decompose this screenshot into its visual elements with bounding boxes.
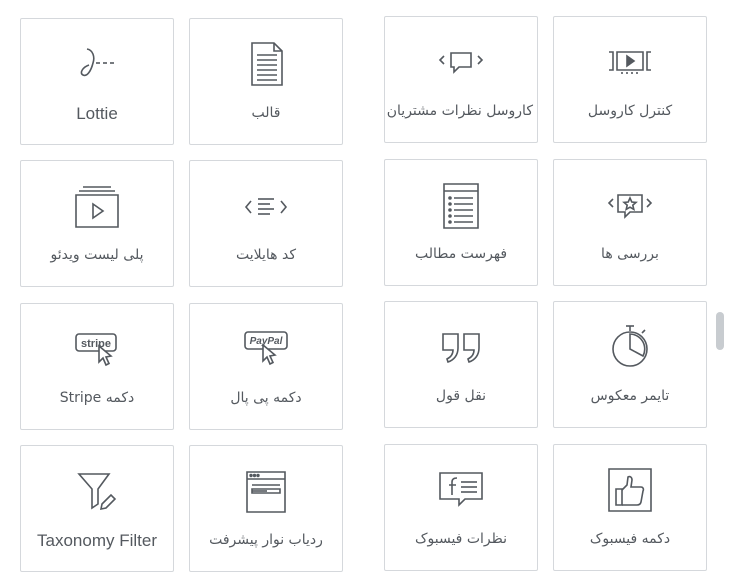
widget-label: Lottie [76,104,118,123]
blockquote-icon [437,324,485,372]
stripe-button-icon: stripe [73,326,121,374]
table-of-contents-icon [437,182,485,230]
media-carousel-icon [606,39,654,87]
widget-label: کاروسل نظرات مشتریان [386,103,533,119]
widget-label: تایمر معکوس [590,388,670,404]
progress-tracker-icon [242,468,290,516]
taxonomy-filter-icon [73,468,121,516]
video-playlist-icon [73,183,121,231]
widget-stripe-button[interactable]: stripe دکمه Stripe [20,303,174,430]
countdown-timer-icon [606,324,654,372]
widget-code-highlight[interactable]: کد هایلایت [189,160,343,287]
facebook-button-icon [606,467,654,515]
widget-facebook-comments[interactable]: نظرات فیسبوک [384,444,538,571]
widget-label: کد هایلایت [235,247,296,263]
widget-countdown[interactable]: تایمر معکوس [553,301,707,428]
widget-label: ردیاب نوار پیشرفت [209,532,323,548]
widget-video-playlist[interactable]: پلی لیست ویدئو [20,160,174,287]
facebook-comments-icon [437,467,485,515]
widget-label: فهرست مطالب [414,246,508,262]
widget-label: بررسی ها [601,246,659,262]
code-highlight-icon [242,183,290,231]
widget-label: کنترل کاروسل [587,103,673,119]
scrollbar-thumb[interactable] [716,312,724,350]
widget-label: دکمه پی پال [230,390,302,406]
widget-label: نظرات فیسبوک [414,531,508,547]
widget-paypal-button[interactable]: PayPal دکمه پی پال [189,303,343,430]
widget-template[interactable]: قالب [189,18,343,145]
widget-lottie[interactable]: Lottie [20,18,174,145]
widget-progress-tracker[interactable]: ردیاب نوار پیشرفت [189,445,343,572]
widget-label: نقل قول [435,388,487,404]
widget-label: قالب [251,105,281,121]
paypal-button-icon: PayPal [242,326,290,374]
widget-reviews[interactable]: بررسی ها [553,159,707,286]
widget-label: Taxonomy Filter [37,531,157,550]
widget-testimonial-carousel[interactable]: کاروسل نظرات مشتریان [384,16,538,143]
paypal-badge-text: PayPal [250,336,283,347]
widget-taxonomy-filter[interactable]: Taxonomy Filter [20,445,174,572]
widget-label: پلی لیست ویدئو [50,247,144,263]
scrollbar[interactable] [713,0,729,582]
document-icon [242,41,290,89]
widget-media-carousel[interactable]: کنترل کاروسل [553,16,707,143]
widget-label: دکمه Stripe [59,390,135,406]
widget-label: دکمه فیسبوک [589,531,671,547]
widget-blockquote[interactable]: نقل قول [384,301,538,428]
widget-table-of-contents[interactable]: فهرست مطالب [384,159,538,286]
widget-facebook-button[interactable]: دکمه فیسبوک [553,444,707,571]
lottie-icon [73,41,121,89]
testimonial-carousel-icon [437,39,485,87]
stripe-badge-text: stripe [81,338,111,350]
reviews-icon [606,182,654,230]
